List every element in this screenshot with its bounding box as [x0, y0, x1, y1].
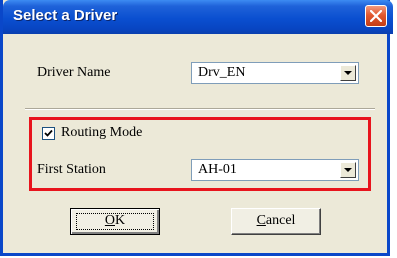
cancel-button[interactable]: Cancel	[231, 208, 321, 235]
separator	[25, 108, 375, 110]
ok-label-rest: K	[115, 213, 126, 228]
driver-name-value: Drv_EN	[198, 65, 246, 80]
driver-dropdown-button[interactable]	[340, 65, 356, 81]
close-icon	[370, 10, 382, 22]
close-button[interactable]	[365, 5, 387, 27]
ok-button[interactable]: OK	[70, 208, 160, 235]
cancel-label-rest: ancel	[265, 213, 296, 228]
driver-name-label: Driver Name	[37, 65, 111, 80]
first-station-value: AH-01	[198, 162, 237, 177]
first-station-label: First Station	[37, 162, 106, 177]
driver-name-select[interactable]: Drv_EN	[191, 62, 359, 84]
cancel-button-label: Cancel	[232, 213, 320, 229]
chevron-down-icon	[344, 168, 352, 172]
dialog-title: Select a Driver	[13, 7, 118, 24]
select-driver-dialog: Select a Driver Driver Name Drv_EN Routi…	[0, 0, 393, 256]
ok-button-label: OK	[71, 213, 159, 229]
cancel-mnemonic: C	[256, 213, 266, 228]
routing-mode-checkbox[interactable]	[42, 127, 55, 140]
station-dropdown-button[interactable]	[340, 162, 356, 178]
first-station-select[interactable]: AH-01	[191, 159, 359, 181]
title-bar[interactable]: Select a Driver	[3, 0, 393, 34]
chevron-down-icon	[344, 71, 352, 75]
checkmark-icon	[44, 129, 53, 137]
routing-mode-label[interactable]: Routing Mode	[61, 125, 142, 141]
ok-mnemonic: O	[104, 213, 115, 228]
